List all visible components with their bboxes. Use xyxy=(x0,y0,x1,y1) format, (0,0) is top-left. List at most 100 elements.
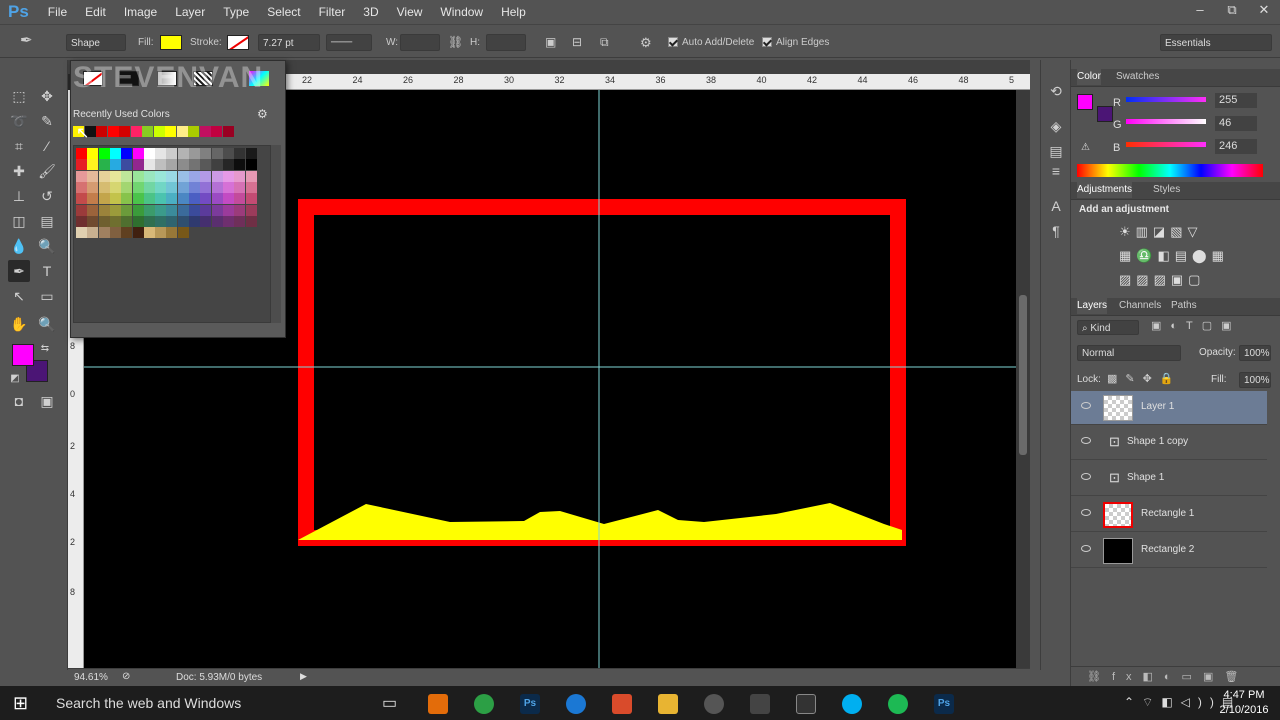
windows-start-icon[interactable]: ⊞ xyxy=(13,693,28,714)
color-swatch[interactable] xyxy=(109,159,121,171)
color-swatch[interactable] xyxy=(245,215,257,227)
recent-color-swatch[interactable] xyxy=(107,126,119,137)
color-swatch[interactable] xyxy=(189,148,200,159)
color-swatch[interactable] xyxy=(189,215,200,227)
color-swatch[interactable] xyxy=(121,227,133,239)
type-tool-icon[interactable]: T xyxy=(36,260,58,282)
color-swatch[interactable] xyxy=(132,193,144,205)
recent-color-swatch[interactable] xyxy=(165,126,176,137)
g-value[interactable]: 46 xyxy=(1215,116,1257,131)
layer-row[interactable]: ⊡ Shape 1 copy xyxy=(1071,426,1267,460)
color-swatch[interactable] xyxy=(109,215,121,227)
color-swatch[interactable] xyxy=(143,227,155,239)
color-swatch[interactable] xyxy=(234,148,246,159)
file-explorer-icon[interactable] xyxy=(658,694,678,714)
color-swatch[interactable] xyxy=(76,159,87,171)
document-size[interactable]: Doc: 5.93M/0 bytes xyxy=(176,672,262,683)
rectangle-tool-icon[interactable]: ▭ xyxy=(36,285,58,307)
color-swatch[interactable] xyxy=(87,159,99,171)
color-swatch[interactable] xyxy=(222,193,234,205)
align-edges-checkbox[interactable]: Align Edges xyxy=(762,34,829,51)
color-swatch[interactable] xyxy=(132,215,144,227)
color-swatch[interactable] xyxy=(211,148,223,159)
blend-mode-dropdown[interactable]: Normal xyxy=(1077,345,1181,361)
color-swatch[interactable] xyxy=(245,159,257,171)
tab-color[interactable]: Color xyxy=(1077,69,1101,85)
zoom-level[interactable]: 94.61% xyxy=(74,672,108,683)
color-swatch[interactable] xyxy=(200,148,212,159)
fill-swatch[interactable] xyxy=(160,35,182,50)
menu-image[interactable]: Image xyxy=(115,0,166,24)
visibility-eye-icon[interactable] xyxy=(1081,437,1091,444)
spotify-icon[interactable] xyxy=(888,694,908,714)
history-brush-tool-icon[interactable]: ↺ xyxy=(36,185,58,207)
layer-row[interactable]: Layer 1 xyxy=(1071,391,1267,425)
app-icon[interactable] xyxy=(796,694,816,714)
color-swatch[interactable] xyxy=(222,170,234,182)
color-swatch[interactable] xyxy=(87,204,99,216)
marquee-tool-icon[interactable]: ⬚ xyxy=(8,85,30,107)
visibility-eye-icon[interactable] xyxy=(1081,509,1091,516)
r-value[interactable]: 255 xyxy=(1215,93,1257,108)
tab-paths[interactable]: Paths xyxy=(1171,298,1197,314)
color-swatch[interactable] xyxy=(166,148,178,159)
default-colors-icon[interactable]: ◩ xyxy=(8,368,22,390)
visibility-eye-icon[interactable] xyxy=(1081,545,1091,552)
color-swatch[interactable] xyxy=(109,148,121,159)
color-swatch[interactable] xyxy=(98,181,110,193)
color-swatch[interactable] xyxy=(143,170,155,182)
skype-icon[interactable] xyxy=(842,694,862,714)
recent-color-swatch[interactable] xyxy=(222,126,234,137)
hand-tool-icon[interactable]: ✋ xyxy=(8,313,30,335)
color-swatch[interactable] xyxy=(76,193,87,205)
screen-mode-icon[interactable]: ▣ xyxy=(36,390,58,412)
color-swatch[interactable] xyxy=(76,170,87,182)
color-swatch[interactable] xyxy=(87,170,99,182)
gradient-tool-icon[interactable]: ▤ xyxy=(36,210,58,232)
color-swatch[interactable] xyxy=(166,227,178,239)
clone-stamp-tool-icon[interactable]: ⊥ xyxy=(8,185,30,207)
width-field[interactable] xyxy=(400,34,440,51)
layer-filter-icons[interactable]: ▣◐T▢▣ xyxy=(1151,319,1241,332)
color-swatch[interactable] xyxy=(109,193,121,205)
color-swatch[interactable] xyxy=(189,193,200,205)
color-swatch[interactable] xyxy=(245,204,257,216)
status-menu-arrow-icon[interactable]: ▶ xyxy=(300,671,307,682)
recent-color-swatch[interactable] xyxy=(130,126,142,137)
color-swatch[interactable] xyxy=(155,227,167,239)
color-swatch[interactable] xyxy=(245,170,257,182)
g-slider[interactable] xyxy=(1126,119,1206,124)
recent-color-swatch[interactable] xyxy=(119,126,130,137)
color-swatch[interactable] xyxy=(132,159,144,171)
photoshop-taskbar-icon[interactable]: Ps xyxy=(934,694,954,714)
eyedropper-tool-icon[interactable]: ⁄ xyxy=(36,135,58,157)
tab-channels[interactable]: Channels xyxy=(1119,298,1161,314)
healing-brush-tool-icon[interactable]: ✚ xyxy=(8,160,30,182)
tab-swatches[interactable]: Swatches xyxy=(1116,69,1159,85)
layer-name[interactable]: Rectangle 1 xyxy=(1141,508,1194,519)
path-arrangement-icon[interactable]: ⧉ xyxy=(600,34,609,51)
menu-select[interactable]: Select xyxy=(258,0,309,24)
layer-name[interactable]: Layer 1 xyxy=(1141,401,1174,412)
app-icon[interactable] xyxy=(566,694,586,714)
color-swatch[interactable] xyxy=(234,204,246,216)
color-swatch[interactable] xyxy=(87,181,99,193)
menu-view[interactable]: View xyxy=(388,0,432,24)
color-swatch[interactable] xyxy=(132,170,144,182)
color-swatch[interactable] xyxy=(166,204,178,216)
app-icon[interactable] xyxy=(750,694,770,714)
color-swatch[interactable] xyxy=(189,159,200,171)
visibility-eye-icon[interactable] xyxy=(1081,473,1091,480)
color-swatch[interactable] xyxy=(189,181,200,193)
color-swatch[interactable] xyxy=(109,170,121,182)
clock-time[interactable]: 4:47 PM xyxy=(1218,689,1270,701)
pen-tool-icon[interactable]: ✒ xyxy=(8,260,30,282)
b-slider[interactable] xyxy=(1126,142,1206,147)
color-swatch[interactable] xyxy=(143,148,155,159)
color-swatch[interactable] xyxy=(200,204,212,216)
opacity-field[interactable]: 100% xyxy=(1239,345,1271,361)
color-swatch[interactable] xyxy=(177,204,189,216)
color-swatch[interactable] xyxy=(121,148,133,159)
color-swatch[interactable] xyxy=(98,227,110,239)
color-swatch[interactable] xyxy=(166,181,178,193)
